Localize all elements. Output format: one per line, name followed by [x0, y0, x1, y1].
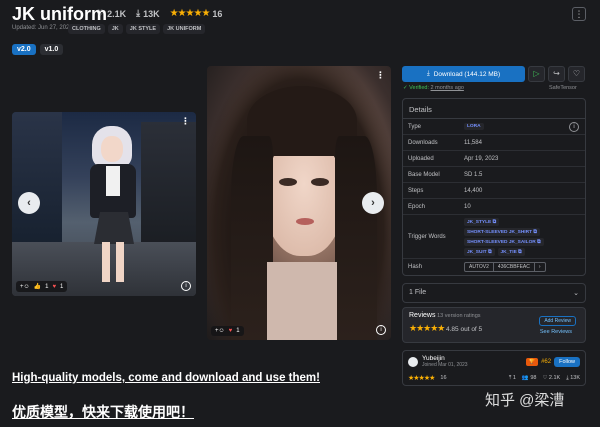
- hash-display[interactable]: AUTOV2 436CBBFEAC ›: [464, 262, 546, 272]
- promo-text-en: High-quality models, come and download a…: [12, 372, 320, 384]
- building-right: [141, 122, 196, 252]
- model-stats: ♡ 2.1K ⤓ 13K ★★★★★ 16: [96, 8, 222, 19]
- star-rating-icon: ★★★★★: [408, 375, 435, 382]
- avatar[interactable]: [408, 356, 418, 367]
- info-icon[interactable]: i: [569, 121, 579, 132]
- star-rating-icon: ★★★★★: [169, 8, 211, 19]
- tag-chip[interactable]: CLOTHING: [68, 24, 105, 34]
- detail-row: Epoch 10: [403, 199, 585, 215]
- star-rating-icon: ★★★★★: [409, 323, 445, 333]
- heart-icon: ♡: [96, 8, 105, 18]
- figure-shirt: [106, 166, 120, 196]
- add-reaction-icon[interactable]: +☺: [20, 284, 30, 290]
- like-button[interactable]: ♡: [568, 66, 585, 82]
- run-button[interactable]: ▷: [528, 66, 545, 82]
- portrait-eye-right: [311, 178, 329, 186]
- detail-row: Downloads 11,584: [403, 135, 585, 151]
- hash-row: Hash AUTOV2 436CBBFEAC ›: [403, 259, 585, 275]
- follow-button[interactable]: Follow: [554, 356, 580, 367]
- followers-stat: 👥 98: [521, 375, 537, 381]
- add-reaction-icon[interactable]: +☺: [215, 328, 225, 334]
- detail-row: Uploaded Apr 19, 2023: [403, 151, 585, 167]
- image-menu-icon[interactable]: ⋮: [181, 116, 190, 127]
- download-button[interactable]: ⤓ Download (144.12 MB): [402, 66, 525, 82]
- detail-row: Type LORA i: [403, 119, 585, 135]
- portrait-eye-left: [279, 178, 297, 186]
- updated-date: Updated: Jun 27, 2023: [12, 25, 73, 31]
- download-icon: ⤓: [426, 70, 430, 77]
- more-menu-button[interactable]: ⋮: [572, 7, 586, 21]
- figure-leg-left: [102, 242, 110, 282]
- detail-row: Steps 14,400: [403, 183, 585, 199]
- tag-chip[interactable]: JK: [107, 24, 123, 34]
- portrait-hair-right: [335, 136, 377, 340]
- file-format: SafeTensor: [549, 85, 577, 91]
- chevron-down-icon: ⌄: [573, 290, 579, 297]
- tag-chip[interactable]: JK STYLE: [125, 24, 161, 34]
- downloads-stat: ⤓ 13K: [566, 374, 580, 381]
- building-left: [12, 112, 62, 252]
- tag-list: CLOTHING JK JK STYLE JK UNIFORM: [68, 24, 206, 34]
- creator-card: Yubeijin Joined Mar 01, 2023 🏆 #62 Follo…: [402, 350, 586, 386]
- gallery-next-button[interactable]: ›: [362, 192, 384, 214]
- type-badge: LORA: [464, 123, 484, 130]
- image-menu-icon[interactable]: ⋮: [376, 70, 385, 81]
- trigger-words-row: Trigger Words JK_STYLE ⧉ SHORT-SLEEVED J…: [403, 215, 585, 259]
- share-button[interactable]: ↪: [548, 66, 565, 82]
- promo-text-cn: 优质模型，快来下载使用吧！: [12, 404, 194, 420]
- trigger-word[interactable]: JK_TIE ⧉: [497, 247, 525, 256]
- trigger-word[interactable]: JK_STYLE ⧉: [464, 217, 500, 226]
- rating-stat[interactable]: ★★★★★ 16: [170, 8, 223, 19]
- add-review-button[interactable]: Add Review: [539, 316, 576, 326]
- model-title: JK uniform: [12, 4, 108, 24]
- trigger-word[interactable]: SHORT-SLEEVED JK_SHIRT ⧉: [464, 227, 540, 236]
- chevron-right-icon[interactable]: ›: [535, 263, 545, 271]
- download-icon: ⤓: [136, 8, 141, 18]
- version-tabs: v2.0 v1.0: [12, 44, 64, 55]
- trigger-word[interactable]: JK_SUIT ⧉: [464, 247, 495, 256]
- version-tab-v1[interactable]: v1.0: [39, 44, 64, 55]
- reaction-bar[interactable]: +☺ ♥ 1: [211, 326, 244, 336]
- verified-status: ✓ Verified: 2 months ago: [403, 85, 464, 91]
- version-tab-v2[interactable]: v2.0: [12, 44, 36, 55]
- likes-stat: ♡ 2.1K: [542, 375, 561, 381]
- info-icon[interactable]: i: [181, 281, 191, 291]
- heart-icon: ♥: [228, 328, 233, 334]
- rank-badge: 🏆: [525, 357, 539, 366]
- heart-icon: ♥: [52, 283, 57, 290]
- files-accordion[interactable]: 1 File ⌄: [402, 283, 586, 303]
- gallery-prev-button[interactable]: ‹: [18, 192, 40, 214]
- reaction-bar[interactable]: +☺ 👍 1 ♥ 1: [16, 281, 68, 292]
- likes-stat: ♡ 2.1K: [96, 8, 127, 19]
- detail-row: Base Model SD 1.5: [403, 167, 585, 183]
- tag-chip[interactable]: JK UNIFORM: [163, 24, 206, 34]
- watermark: 知乎 @梁漕: [485, 392, 565, 409]
- portrait-neck: [267, 262, 337, 340]
- figure-face: [101, 136, 123, 162]
- details-title[interactable]: Details: [403, 99, 585, 119]
- details-panel: Details Type LORA i Downloads 11,584 Uplo…: [402, 98, 586, 276]
- trigger-word[interactable]: SHORT-SLEEVED JK_SAILOR ⧉: [464, 237, 544, 246]
- info-icon[interactable]: i: [376, 325, 386, 335]
- see-reviews-link[interactable]: See Reviews: [540, 329, 572, 335]
- downloads-stat: ⤓ 13K: [136, 8, 160, 19]
- portrait-lips: [296, 218, 314, 225]
- figure-leg-right: [116, 242, 124, 282]
- uploads-stat: ⤒ 1: [508, 374, 516, 381]
- figure-skirt: [94, 212, 134, 244]
- thumbs-up-icon: 👍: [33, 284, 42, 290]
